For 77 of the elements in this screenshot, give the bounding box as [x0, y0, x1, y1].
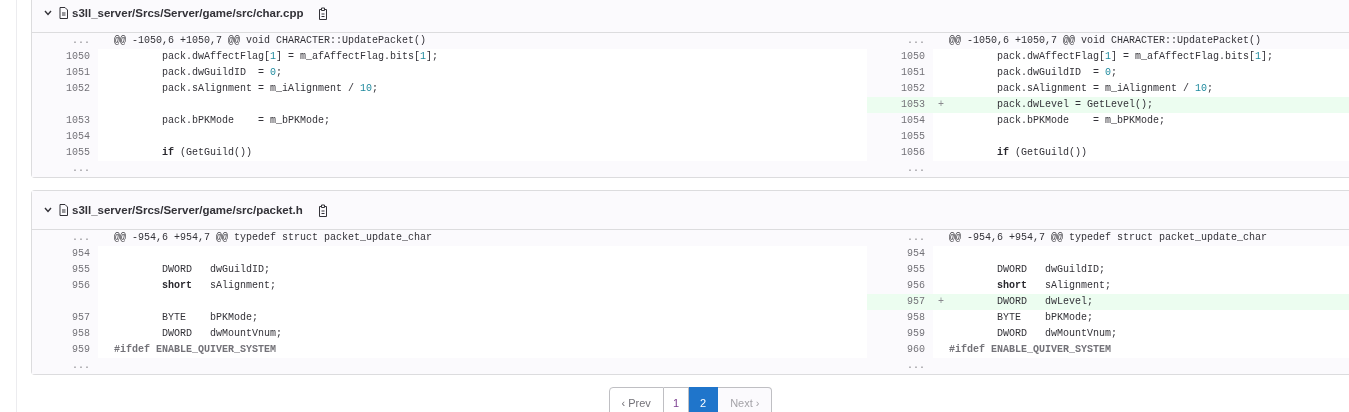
code-line: DWORD dwMountVnum;	[161, 327, 283, 341]
code-line: pack.bPKMode = m_bPKMode;	[996, 114, 1166, 128]
code-line: pack.bPKMode = m_bPKMode;	[161, 114, 331, 128]
code-line: pack.dwGuildID = 0;	[996, 66, 1118, 80]
collapse-toggle[interactable]	[44, 10, 52, 16]
code-line: DWORD dwMountVnum;	[996, 327, 1118, 341]
expand-lines-button[interactable]: ...	[907, 232, 925, 243]
line-number: 1056	[901, 147, 925, 158]
line-number: 956	[72, 280, 90, 291]
clipboard-icon	[318, 6, 329, 20]
hunk-header: @@ -954,6 +954,7 @@ typedef struct packet_update_char	[114, 231, 433, 245]
line-number: 1052	[66, 83, 90, 94]
line-number: 1053	[66, 115, 90, 126]
code-line: BYTE bPKMode;	[996, 311, 1094, 325]
code-line: DWORD dwGuildID;	[161, 263, 271, 277]
line-number: 955	[72, 264, 90, 275]
code-line: if (GetGuild())	[996, 146, 1088, 160]
prev-page-button[interactable]: ‹ Prev	[608, 387, 664, 412]
line-number: 957	[72, 312, 90, 323]
hunk-header: @@ -954,6 +954,7 @@ typedef struct packet_update_char	[949, 231, 1268, 245]
code-line: pack.sAlignment = m_iAlignment / 10;	[996, 82, 1214, 96]
line-number: 955	[907, 264, 925, 275]
code-line: #ifdef ENABLE_QUIVER_SYSTEM	[114, 343, 277, 357]
line-number: 960	[907, 344, 925, 355]
code-line: #ifdef ENABLE_QUIVER_SYSTEM	[949, 343, 1112, 357]
line-number: 1053	[901, 99, 925, 110]
code-line: pack.sAlignment = m_iAlignment / 10;	[161, 82, 379, 96]
expand-lines-button[interactable]: ...	[72, 35, 90, 46]
hunk-header: @@ -1050,6 +1050,7 @@ void CHARACTER::UpdatePacket()	[949, 34, 1262, 48]
line-number: 1050	[901, 51, 925, 62]
line-number: 1054	[901, 115, 925, 126]
code-line: pack.dwAffectFlag[1] = m_afAffectFlag.bits[1];	[996, 50, 1274, 64]
file-path[interactable]: s3ll_server/Srcs/Server/game/src/packet.h	[72, 204, 303, 216]
line-number: 957	[907, 296, 925, 307]
page-button[interactable]: 2	[689, 387, 719, 412]
code-line: DWORD dwGuildID;	[996, 263, 1106, 277]
file-path[interactable]: s3ll_server/Srcs/Server/game/src/char.cpp	[72, 7, 304, 19]
line-number: 1051	[901, 67, 925, 78]
code-line: BYTE bPKMode;	[161, 311, 259, 325]
hunk-header: @@ -1050,6 +1050,7 @@ void CHARACTER::UpdatePacket()	[114, 34, 427, 48]
code-line: pack.dwAffectFlag[1] = m_afAffectFlag.bits[1];	[161, 50, 439, 64]
document-icon	[59, 204, 68, 216]
code-line: pack.dwLevel = GetLevel();	[996, 98, 1154, 112]
expand-lines-button[interactable]: ...	[72, 163, 90, 174]
line-number: 1051	[66, 67, 90, 78]
code-line: DWORD dwLevel;	[996, 295, 1094, 309]
expand-lines-button[interactable]: ...	[907, 163, 925, 174]
chevron-down-icon	[44, 207, 52, 213]
line-number: 959	[907, 328, 925, 339]
line-number: 1055	[66, 147, 90, 158]
line-number: 956	[907, 280, 925, 291]
page-button[interactable]: 1	[663, 387, 689, 412]
document-icon	[59, 7, 68, 19]
collapse-toggle[interactable]	[44, 207, 52, 213]
line-number: 954	[72, 248, 90, 259]
expand-lines-button[interactable]: ...	[72, 360, 90, 371]
line-number: 958	[907, 312, 925, 323]
code-line: pack.dwGuildID = 0;	[161, 66, 283, 80]
line-number: 1050	[66, 51, 90, 62]
line-number: 958	[72, 328, 90, 339]
expand-lines-button[interactable]: ...	[907, 35, 925, 46]
copy-button[interactable]	[318, 6, 329, 20]
line-number: 954	[907, 248, 925, 259]
code-line: short sAlignment;	[996, 279, 1112, 293]
line-number: 1054	[66, 131, 90, 142]
line-number: 1055	[901, 131, 925, 142]
expand-lines-button[interactable]: ...	[72, 232, 90, 243]
expand-lines-button[interactable]: ...	[907, 360, 925, 371]
code-line: if (GetGuild())	[161, 146, 253, 160]
added-marker: +	[938, 99, 944, 110]
line-number: 1052	[901, 83, 925, 94]
line-number: 959	[72, 344, 90, 355]
chevron-down-icon	[44, 10, 52, 16]
added-marker: +	[938, 296, 944, 307]
code-line: short sAlignment;	[161, 279, 277, 293]
clipboard-icon	[317, 203, 328, 217]
copy-button[interactable]	[317, 203, 328, 217]
